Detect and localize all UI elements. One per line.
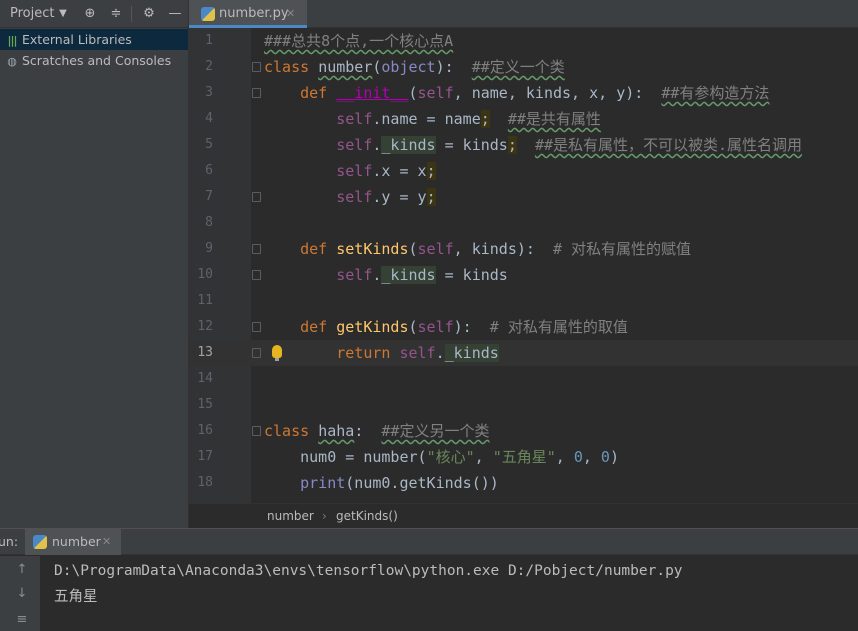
line-number: 6 [205, 163, 213, 178]
code-text: class number(object): ##定义一个类 [264, 58, 565, 76]
line-number: 10 [197, 267, 213, 282]
line-number: 14 [197, 371, 213, 386]
toolbar-divider [131, 6, 132, 22]
line-number: 12 [197, 319, 213, 334]
line-number: 3 [205, 85, 213, 100]
python-file-icon [201, 7, 215, 21]
libraries-icon: ||| [7, 34, 17, 47]
line-number: 18 [197, 475, 213, 490]
run-tab-label: number [52, 534, 101, 549]
editor-tab-bar: number.py ✕ [189, 0, 858, 28]
code-text: self._kinds = kinds; ##是私有属性，不可以被类.属性名调用 [336, 136, 803, 154]
fold-marker-icon[interactable] [252, 426, 261, 436]
code-text: self._kinds = kinds [336, 266, 508, 284]
arrow-up-icon[interactable]: ↑ [14, 562, 30, 577]
code-line: 1 ###总共8个点,一个核心点A [189, 28, 858, 54]
code-line: 2 class number(object): ##定义一个类 [189, 54, 858, 80]
line-number: 4 [205, 111, 213, 126]
project-toolbar: Project ▼ ⊕ ≑ ⚙ — [0, 0, 188, 28]
line-number: 17 [197, 449, 213, 464]
code-text: class haha: ##定义另一个类 [264, 422, 490, 440]
code-line: 7 self.y = y; [189, 184, 858, 210]
breadcrumb: number › getKinds() [189, 503, 858, 528]
tree-item-label: External Libraries [22, 32, 132, 47]
collapse-all-icon[interactable]: ≑ [108, 0, 124, 28]
soft-wrap-icon[interactable]: ≡ [14, 612, 30, 627]
close-icon[interactable]: ✕ [286, 0, 295, 28]
console-output[interactable]: D:\ProgramData\Anaconda3\envs\tensorflow… [54, 556, 854, 631]
tab-label: number.py [219, 6, 289, 21]
line-number: 2 [205, 59, 213, 74]
line-number: 11 [197, 293, 213, 308]
line-number: 5 [205, 137, 213, 152]
fold-marker-icon[interactable] [252, 62, 261, 72]
code-line: 17 num0 = number("核心", "五角星", 0, 0) [189, 444, 858, 470]
line-number: 15 [197, 397, 213, 412]
code-line: 18 print(num0.getKinds()) [189, 470, 858, 496]
code-text: num0 = number("核心", "五角星", 0, 0) [300, 448, 619, 466]
close-icon[interactable]: ✕ [102, 529, 111, 555]
tree-item-external-libraries[interactable]: ||| External Libraries [0, 29, 188, 50]
fold-marker-icon[interactable] [252, 348, 261, 358]
line-number: 13 [197, 345, 213, 360]
code-text: self.x = x; [336, 162, 436, 180]
fold-marker-icon[interactable] [252, 88, 261, 98]
code-line: 16 class haha: ##定义另一个类 [189, 418, 858, 444]
locate-target-icon[interactable]: ⊕ [82, 0, 98, 28]
tree-item-label: Scratches and Consoles [22, 53, 172, 68]
editor-panel: number.py ✕ 1 ###总共8个点,一个核心点A 2 class nu… [188, 0, 858, 528]
code-text: print(num0.getKinds()) [300, 474, 499, 492]
tree-item-scratches[interactable]: ◍ Scratches and Consoles [0, 50, 188, 71]
fold-marker-icon[interactable] [252, 192, 261, 202]
breadcrumb-separator-icon: › [322, 509, 327, 523]
code-line: 6 self.x = x; [189, 158, 858, 184]
code-text: return self._kinds [336, 344, 499, 362]
code-line-current: 13 return self._kinds [189, 340, 858, 366]
code-line: 4 self.name = name; ##是共有属性 [189, 106, 858, 132]
fold-marker-icon[interactable] [252, 270, 261, 280]
code-line: 12 def getKinds(self): # 对私有属性的取值 [189, 314, 858, 340]
run-header: un: number ✕ [0, 529, 858, 555]
code-line: 9 def setKinds(self, kinds): # 对私有属性的赋值 [189, 236, 858, 262]
code-text: def setKinds(self, kinds): # 对私有属性的赋值 [300, 240, 692, 258]
python-file-icon [33, 535, 47, 549]
chevron-down-icon[interactable]: ▼ [58, 0, 68, 28]
code-line: 14 [189, 366, 858, 392]
comment: ###总共8个点,一个核心点A [264, 32, 454, 50]
console-command-line: D:\ProgramData\Anaconda3\envs\tensorflow… [54, 563, 683, 579]
minimize-icon[interactable]: — [167, 0, 183, 28]
console-output-line: 五角星 [54, 589, 98, 605]
code-line: 5 self._kinds = kinds; ##是私有属性，不可以被类.属性名… [189, 132, 858, 158]
code-text: def __init__(self, name, kinds, x, y): #… [300, 84, 770, 102]
line-number: 1 [205, 33, 213, 48]
code-text: def getKinds(self): # 对私有属性的取值 [300, 318, 628, 336]
project-view-selector[interactable]: Project [10, 0, 54, 28]
scratches-icon: ◍ [7, 55, 17, 68]
arrow-down-icon[interactable]: ↓ [14, 586, 30, 601]
code-text: self.name = name; ##是共有属性 [336, 110, 601, 128]
code-line: 8 [189, 210, 858, 236]
gear-icon[interactable]: ⚙ [141, 0, 157, 28]
code-line: 11 [189, 288, 858, 314]
fold-marker-icon[interactable] [252, 244, 261, 254]
run-label: un: [0, 534, 19, 549]
run-tool-window: un: number ✕ ↑ ↓ ≡ D:\ProgramData\Anacon… [0, 528, 858, 631]
code-line: 15 [189, 392, 858, 418]
run-side-toolbar: ↑ ↓ ≡ [0, 556, 40, 631]
line-number: 16 [197, 423, 213, 438]
code-line: 10 self._kinds = kinds [189, 262, 858, 288]
tab-number-py[interactable]: number.py ✕ [189, 0, 307, 28]
code-text: self.y = y; [336, 188, 436, 206]
line-number: 7 [205, 189, 213, 204]
run-tab-number[interactable]: number ✕ [25, 529, 121, 555]
line-number: 9 [205, 241, 213, 256]
project-panel: Project ▼ ⊕ ≑ ⚙ — ||| External Libraries … [0, 0, 188, 528]
fold-marker-icon[interactable] [252, 322, 261, 332]
code-editor[interactable]: 1 ###总共8个点,一个核心点A 2 class number(object)… [189, 28, 858, 503]
breadcrumb-item[interactable]: getKinds() [336, 504, 398, 529]
code-line: 3 def __init__(self, name, kinds, x, y):… [189, 80, 858, 106]
breadcrumb-item[interactable]: number [267, 504, 314, 529]
line-number: 8 [205, 215, 213, 230]
